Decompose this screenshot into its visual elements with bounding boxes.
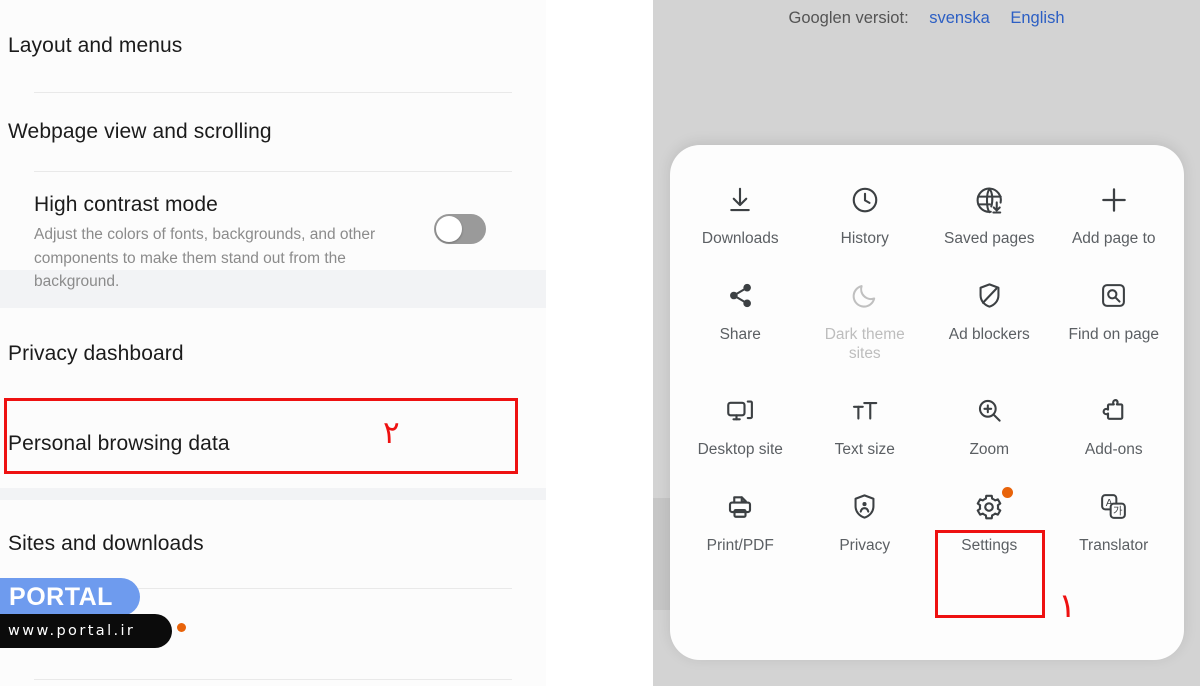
share-icon	[723, 279, 757, 313]
menu-item-find-on-page[interactable]: Find on page	[1052, 265, 1177, 380]
svg-text:가: 가	[1113, 506, 1123, 518]
settings-panel: Layout and menus Webpage view and scroll…	[0, 0, 546, 686]
settings-group-appearance: Layout and menus Webpage view and scroll…	[0, 0, 546, 290]
settings-row-high-contrast-mode[interactable]: High contrast mode Adjust the colors of …	[0, 172, 546, 308]
menu-item-label: Add page to	[1071, 230, 1156, 247]
settings-new-badge-dot	[1002, 486, 1014, 498]
menu-item-settings[interactable]: Settings	[927, 476, 1052, 572]
new-feature-dot	[177, 623, 186, 632]
find-on-page-icon	[1097, 279, 1131, 313]
menu-item-ad-blockers[interactable]: Ad blockers	[927, 265, 1052, 380]
text-size-icon	[848, 394, 882, 428]
menu-item-saved-pages[interactable]: Saved pages	[927, 169, 1052, 265]
watermark-url-pill: www.portal.ir	[0, 614, 172, 648]
menu-item-label: Share	[719, 325, 761, 343]
settings-row-sites-and-downloads[interactable]: Sites and downloads	[0, 500, 546, 588]
annotation-step-2: ۲	[383, 415, 400, 451]
menu-item-label: Zoom	[969, 440, 1010, 458]
high-contrast-toggle[interactable]	[434, 214, 486, 244]
watermark-brand-text: PORTAL	[9, 582, 113, 611]
gear-icon	[972, 486, 1014, 524]
menu-item-label: Translator	[1079, 536, 1149, 554]
menu-item-history[interactable]: History	[803, 169, 928, 265]
menu-item-add-page-to[interactable]: Add page to	[1052, 169, 1177, 265]
menu-item-label: Find on page	[1068, 325, 1160, 343]
settings-row-title: Personal browsing data	[8, 432, 230, 456]
menu-item-share[interactable]: Share	[678, 265, 803, 380]
shield-person-icon	[848, 490, 882, 524]
globe-download-icon	[972, 183, 1006, 217]
menu-item-label: Downloads	[701, 230, 779, 247]
annotation-step-1: ۱	[1058, 586, 1077, 626]
browser-panel: Googlen versiot: svenska English Downloa…	[653, 0, 1200, 686]
toggle-knob	[436, 216, 462, 242]
menu-item-print-pdf[interactable]: Print/PDF	[678, 476, 803, 572]
download-icon	[723, 183, 757, 217]
menu-item-label: Saved pages	[944, 230, 1035, 247]
browser-menu-sheet: Downloads History Saved pages Add page t…	[670, 145, 1184, 660]
google-language-row: Googlen versiot: svenska English	[653, 0, 1200, 28]
settings-row-title: Layout and menus	[8, 33, 183, 57]
menu-item-add-ons[interactable]: Add-ons	[1052, 380, 1177, 476]
settings-row-personal-browsing-data[interactable]: Personal browsing data	[0, 401, 546, 488]
menu-item-label: Privacy	[839, 536, 891, 554]
google-versions-label: Googlen versiot:	[788, 9, 909, 27]
watermark-brand-pill: PORTAL	[0, 578, 140, 616]
clock-icon	[848, 183, 882, 217]
settings-row-layout-and-menus[interactable]: Layout and menus	[0, 0, 546, 92]
translate-icon: A 가	[1097, 490, 1131, 524]
menu-item-dark-theme-sites[interactable]: Dark theme sites	[803, 265, 928, 380]
watermark-url-text: www.portal.ir	[8, 623, 136, 639]
settings-row-subtitle: Adjust the colors of fonts, backgrounds,…	[34, 226, 376, 290]
menu-item-label: Add-ons	[1084, 440, 1143, 458]
menu-item-label: Text size	[834, 440, 895, 458]
zoom-in-icon	[972, 394, 1006, 428]
menu-item-label: Ad blockers	[948, 325, 1030, 343]
menu-item-zoom[interactable]: Zoom	[927, 380, 1052, 476]
menu-item-privacy[interactable]: Privacy	[803, 476, 928, 572]
menu-item-label: Settings	[961, 536, 1018, 554]
language-link-svenska[interactable]: svenska	[929, 9, 990, 27]
settings-row-title: Privacy dashboard	[8, 341, 184, 365]
row-divider	[34, 679, 512, 680]
moon-icon	[848, 279, 882, 313]
menu-item-label: Print/PDF	[706, 536, 774, 554]
monitor-icon	[723, 394, 757, 428]
menu-grid: Downloads History Saved pages Add page t…	[670, 145, 1184, 572]
menu-item-desktop-site[interactable]: Desktop site	[678, 380, 803, 476]
plus-icon	[1097, 183, 1131, 217]
menu-item-translator[interactable]: A 가 Translator	[1052, 476, 1177, 572]
settings-row-title: High contrast mode	[34, 193, 218, 216]
shield-slash-icon	[972, 279, 1006, 313]
menu-item-downloads[interactable]: Downloads	[678, 169, 803, 265]
settings-row-privacy-dashboard[interactable]: Privacy dashboard	[0, 308, 546, 400]
menu-item-label: History	[840, 230, 889, 247]
settings-row-title: Webpage view and scrolling	[8, 119, 272, 143]
settings-row-title: Sites and downloads	[8, 531, 204, 555]
settings-row-webpage-view[interactable]: Webpage view and scrolling	[0, 93, 546, 171]
language-link-english[interactable]: English	[1010, 9, 1064, 27]
settings-group-privacy: Privacy dashboard Personal browsing data	[0, 308, 546, 488]
menu-item-label: Desktop site	[697, 440, 783, 458]
printer-icon	[723, 490, 757, 524]
menu-item-label: Dark theme sites	[824, 325, 905, 362]
puzzle-icon	[1097, 394, 1131, 428]
menu-item-text-size[interactable]: Text size	[803, 380, 928, 476]
